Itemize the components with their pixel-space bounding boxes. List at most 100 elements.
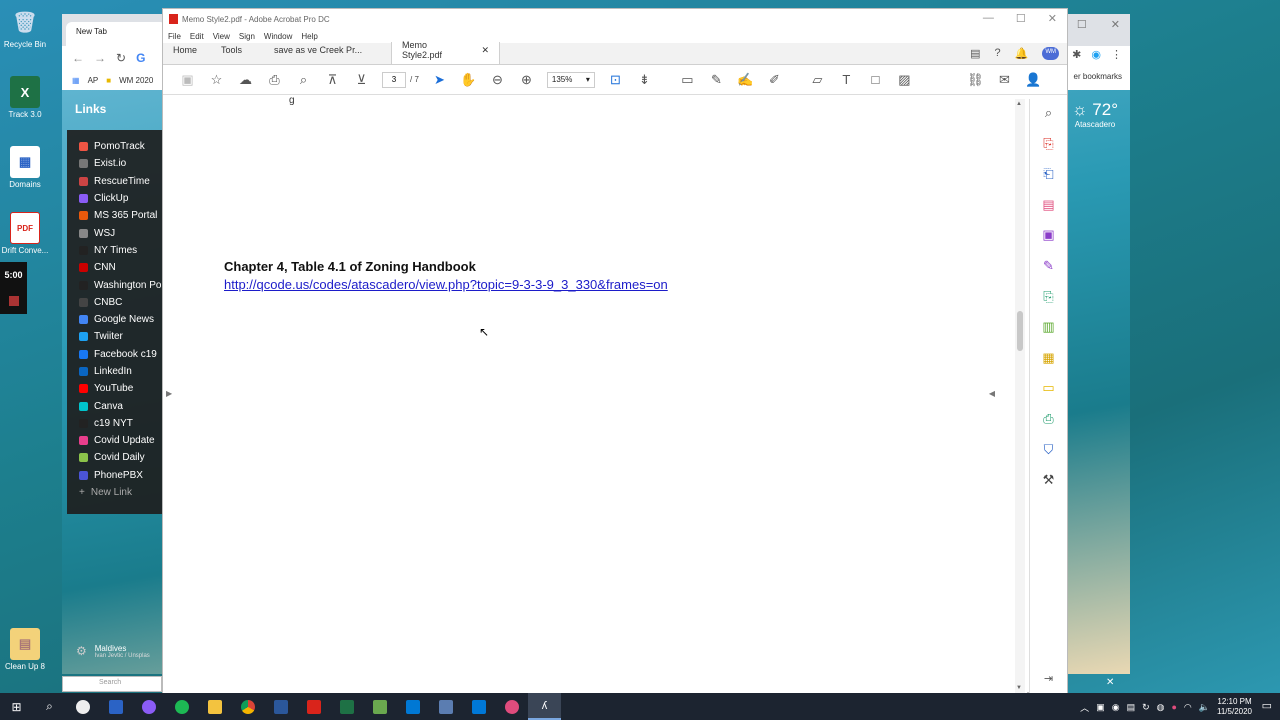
menu-file[interactable]: File	[168, 32, 181, 41]
taskbar-search[interactable]: ⌕	[33, 693, 66, 720]
desktop-icon-domains[interactable]: ▦ Domains	[0, 146, 50, 189]
tray-app-icon[interactable]: ▣	[1096, 702, 1105, 713]
link-icon[interactable]: ⛓	[961, 72, 990, 88]
record-widget[interactable]	[0, 288, 27, 314]
bookmark-wm2020[interactable]: WM 2020	[119, 76, 153, 85]
text-box-icon[interactable]: T	[832, 72, 861, 87]
more-tools-icon[interactable]: ⚒	[1043, 472, 1055, 503]
taskbar-app-2[interactable]	[99, 693, 132, 720]
print-production-icon[interactable]: ⎙	[1043, 411, 1053, 442]
collapse-pane-icon[interactable]: ⇥	[1044, 672, 1053, 685]
taskbar-app-notes[interactable]	[363, 693, 396, 720]
draw-icon[interactable]: ✍	[731, 72, 760, 88]
open-folder-icon[interactable]: ▱	[803, 72, 832, 88]
hand-tool-icon[interactable]: ✋	[454, 72, 483, 88]
comment-tool-icon[interactable]: ▭	[673, 72, 702, 88]
link-item[interactable]: CNBC	[79, 294, 163, 311]
tab-document-1[interactable]: save as ve Creek Pr...	[264, 42, 393, 64]
taskbar-app-photos[interactable]	[495, 693, 528, 720]
desktop-icon-drift[interactable]: PDF Drift Conve...	[0, 212, 50, 255]
protect-icon[interactable]: ⛉	[1044, 442, 1054, 473]
link-item[interactable]: RescueTime	[79, 173, 163, 190]
user-avatar[interactable]: WM	[1042, 47, 1059, 60]
forward-icon[interactable]: →	[94, 51, 106, 65]
menu-edit[interactable]: Edit	[190, 32, 204, 41]
link-item[interactable]: LinkedIn	[79, 363, 163, 380]
chevron-up-icon[interactable]: ︿	[1080, 701, 1089, 714]
link-item[interactable]: Facebook c19	[79, 346, 163, 363]
desktop-icon-track[interactable]: X Track 3.0	[0, 76, 50, 119]
bookmark-ap[interactable]: AP	[88, 76, 99, 85]
document-link[interactable]: http://qcode.us/codes/atascadero/view.ph…	[224, 277, 668, 292]
link-item[interactable]: CNN	[79, 259, 163, 276]
fit-page-icon[interactable]: ⊡	[601, 72, 630, 88]
comment-icon[interactable]: ▤	[970, 47, 980, 60]
taskbar-outlook[interactable]	[396, 693, 429, 720]
link-item[interactable]: Twiiter	[79, 328, 163, 345]
tab-home[interactable]: Home	[163, 42, 207, 64]
taskbar-app-3[interactable]	[132, 693, 165, 720]
email-icon[interactable]: ✉	[990, 72, 1019, 88]
print-icon[interactable]: ⎙	[260, 72, 289, 88]
tray-app-icon[interactable]: ●	[1171, 702, 1176, 712]
scan-icon[interactable]: ▥	[1042, 319, 1054, 350]
back-icon[interactable]: ←	[72, 51, 84, 65]
menu-help[interactable]: Help	[301, 32, 317, 41]
edit-pdf-icon[interactable]: ✎	[1043, 258, 1054, 289]
weather-widget[interactable]: ☼ 72° Atascadero	[1072, 100, 1118, 129]
scroll-up-icon[interactable]: ▲	[1016, 101, 1022, 107]
taskbar-vscode[interactable]	[462, 693, 495, 720]
taskbar-app-xmind[interactable]	[297, 693, 330, 720]
menu-view[interactable]: View	[213, 32, 230, 41]
wifi-icon[interactable]: ◠	[1184, 702, 1192, 713]
maximize-icon[interactable]: ☐	[1077, 18, 1087, 31]
desktop-icon-cleanup[interactable]: ▤ Clean Up 8	[0, 628, 50, 671]
fill-sign-tool-icon[interactable]: ▦	[1042, 350, 1054, 381]
notification-close-icon[interactable]: ✕	[1106, 677, 1114, 688]
maximize-icon[interactable]: ☐	[1016, 12, 1026, 25]
chrome-tab-new[interactable]: New Tab	[66, 22, 166, 46]
scroll-down-icon[interactable]: ▼	[1016, 685, 1022, 691]
other-bookmarks[interactable]: er bookmarks	[1074, 72, 1122, 81]
link-item[interactable]: Washington Po	[79, 276, 163, 293]
settings-gear-icon[interactable]: ⚙	[76, 644, 87, 659]
organize-pages-icon[interactable]: ▤	[1042, 197, 1054, 228]
profile-icon[interactable]: ◉	[1091, 48, 1101, 61]
menu-sign[interactable]: Sign	[239, 32, 255, 41]
taskbar-app-remote[interactable]	[429, 693, 462, 720]
zoom-out-icon[interactable]: ⊖	[483, 72, 512, 88]
taskbar-acrobat[interactable]: ʎ	[528, 693, 561, 720]
minimize-icon[interactable]: —	[983, 12, 994, 25]
select-cursor-icon[interactable]: ➤	[425, 72, 454, 88]
vertical-scrollbar[interactable]: ▲ ▼	[1015, 99, 1025, 693]
link-item[interactable]: Google News	[79, 311, 163, 328]
volume-icon[interactable]: 🔈	[1199, 702, 1210, 713]
menu-window[interactable]: Window	[264, 32, 292, 41]
timer-widget[interactable]: 5:00	[0, 262, 27, 288]
link-item[interactable]: Covid Update	[79, 432, 163, 449]
tab-tools[interactable]: Tools	[207, 42, 252, 64]
link-item[interactable]: Exist.io	[79, 155, 163, 172]
close-icon[interactable]: ✕	[1111, 18, 1120, 31]
taskbar-chrome[interactable]	[231, 693, 264, 720]
desktop-icon-recycle-bin[interactable]: 🗑 Recycle Bin	[0, 6, 50, 50]
reload-icon[interactable]: ↻	[116, 51, 126, 65]
taskbar-file-explorer[interactable]	[198, 693, 231, 720]
system-clock[interactable]: 12:10 PM 11/5/2020	[1217, 697, 1252, 717]
stamp-icon[interactable]: ▨	[890, 72, 919, 88]
zoom-in-icon[interactable]: ⊕	[512, 72, 541, 88]
link-item[interactable]: PhonePBX	[79, 467, 163, 484]
previous-page-icon[interactable]: ⊼	[318, 72, 347, 88]
action-center-icon[interactable]: ▭	[1262, 699, 1272, 712]
highlight-pen-icon[interactable]: ✎	[702, 72, 731, 88]
link-item[interactable]: YouTube	[79, 380, 163, 397]
zoom-search-icon[interactable]: ⌕	[289, 72, 318, 88]
tray-sync-icon[interactable]: ↻	[1142, 702, 1150, 713]
comment-tool-icon[interactable]: ▭	[1042, 380, 1054, 411]
start-button[interactable]: ⊞	[0, 693, 33, 720]
link-item[interactable]: WSJ	[79, 224, 163, 241]
menu-icon[interactable]: ⋮	[1111, 48, 1122, 61]
search-input[interactable]: Search	[62, 676, 162, 692]
link-item[interactable]: ClickUp	[79, 190, 163, 207]
link-item[interactable]: MS 365 Portal	[79, 207, 163, 224]
